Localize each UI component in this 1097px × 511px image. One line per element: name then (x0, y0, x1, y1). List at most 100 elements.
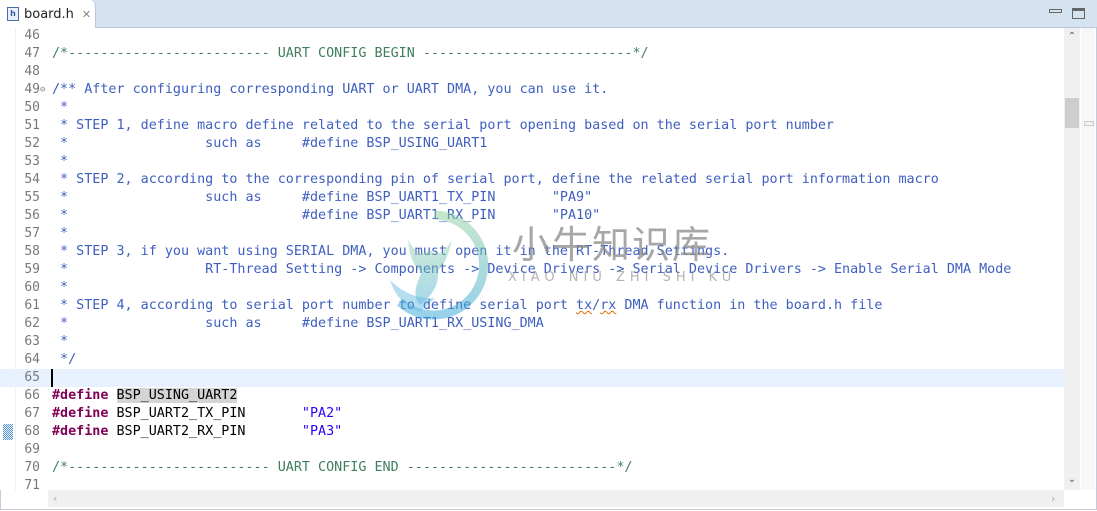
code-line[interactable]: 68 #define BSP_UART2_RX_PIN "PA3" (0, 423, 1064, 441)
code-line[interactable]: 54 * STEP 2, according to the correspond… (0, 171, 1064, 189)
code-line[interactable]: 69 (0, 441, 1064, 459)
scroll-right-icon[interactable]: › (1051, 490, 1055, 507)
code-text: */ (52, 351, 76, 369)
code-line[interactable]: 57 * (0, 225, 1064, 243)
code-token: rx (600, 298, 617, 313)
code-line[interactable]: 62 * such as #define BSP_UART1_RX_USING_… (0, 315, 1064, 333)
code-line[interactable]: 64 */ (0, 351, 1064, 369)
code-line[interactable]: 48 (0, 63, 1064, 81)
code-token: * (52, 154, 69, 169)
text-caret (51, 369, 53, 387)
code-text: /** After configuring corresponding UART… (52, 81, 608, 99)
code-text: * #define BSP_UART1_RX_PIN "PA10" (52, 207, 600, 225)
code-editor[interactable]: 46 47 /*------------------------- UART CON… (0, 28, 1064, 490)
string-token: "PA3" (301, 424, 343, 439)
line-number: 49 (24, 82, 40, 97)
code-token: * such as #define BSP_UART1_TX_PIN "PA9" (52, 190, 593, 205)
scroll-left-icon[interactable]: ‹ (53, 490, 57, 507)
code-line[interactable]: 61 * STEP 4, according to serial port nu… (0, 297, 1064, 315)
scroll-down-icon[interactable]: ⌄ (1064, 474, 1080, 485)
code-line[interactable]: 51 * STEP 1, define macro define related… (0, 117, 1064, 135)
line-number: 60 (24, 280, 40, 295)
line-number: 61 (24, 298, 40, 313)
code-token: * STEP 4, according to serial port numbe… (52, 298, 577, 313)
line-number: 67 (24, 406, 40, 421)
code-line[interactable]: 53 * (0, 153, 1064, 171)
code-line[interactable]: 52 * such as #define BSP_USING_UART1 (0, 135, 1064, 153)
code-line[interactable]: 59 * RT-Thread Setting -> Components -> … (0, 261, 1064, 279)
line-number: 69 (24, 442, 40, 457)
code-line[interactable]: 60 * (0, 279, 1064, 297)
code-text: * such as #define BSP_UART1_RX_USING_DMA (52, 315, 544, 333)
vertical-scroll-thumb[interactable] (1065, 98, 1079, 128)
keyword-token: #define (52, 388, 109, 403)
overview-marker[interactable] (1084, 121, 1094, 126)
code-line[interactable]: 47 /*------------------------- UART CONFI… (0, 45, 1064, 63)
code-token: * STEP 3, if you want using SERIAL DMA, … (52, 244, 730, 259)
code-line[interactable]: 66 #define BSP_USING_UART2 (0, 387, 1064, 405)
code-line[interactable]: 58 * STEP 3, if you want using SERIAL DM… (0, 243, 1064, 261)
change-marker-icon[interactable] (3, 424, 13, 440)
minimize-icon[interactable] (1049, 9, 1062, 13)
code-line[interactable]: 63 * (0, 333, 1064, 351)
code-token: * STEP 2, according to the corresponding… (52, 172, 939, 187)
code-text: * (52, 333, 68, 351)
highlighted-occurrence: BSP_USING_UART2 (116, 388, 238, 403)
code-token: * (52, 100, 69, 115)
code-text: #define BSP_UART2_RX_PIN "PA3" (52, 423, 342, 441)
line-number: 58 (24, 244, 40, 259)
tab-label: board.h (24, 6, 74, 22)
code-text: * (52, 279, 68, 297)
editor-tab-bar: h board.h ✕ (0, 0, 1097, 28)
code-token: * STEP 1, define macro define related to… (52, 118, 834, 133)
code-line[interactable]: 65 (0, 369, 1064, 387)
tab-board-h[interactable]: h board.h ✕ (0, 0, 96, 28)
line-number: 57 (24, 226, 40, 241)
code-line[interactable]: 55 * such as #define BSP_UART1_TX_PIN "P… (0, 189, 1064, 207)
code-token: * such as #define BSP_UART1_RX_USING_DMA (52, 316, 544, 331)
code-token: * (52, 226, 69, 241)
code-text: * (52, 225, 68, 243)
line-number: 48 (24, 64, 40, 79)
code-token: tx (576, 298, 593, 313)
code-token: / (592, 298, 601, 313)
code-token: /*------------------------- UART CONFIG … (52, 460, 633, 475)
code-line[interactable]: 50 * (0, 99, 1064, 117)
line-number: 56 (24, 208, 40, 223)
fold-collapse-icon[interactable]: ⊖ (40, 81, 45, 99)
line-number: 59 (24, 262, 40, 277)
line-number: 64 (24, 352, 40, 367)
code-token: * #define BSP_UART1_RX_PIN "PA10" (52, 208, 601, 223)
keyword-token: #define (52, 424, 109, 439)
close-icon[interactable]: ✕ (82, 8, 91, 21)
code-line[interactable]: 70 /*------------------------- UART CONFI… (0, 459, 1064, 477)
code-line[interactable]: 56 * #define BSP_UART1_RX_PIN "PA10" (0, 207, 1064, 225)
line-number: 63 (24, 334, 40, 349)
horizontal-scrollbar[interactable]: ‹ › (48, 490, 1064, 507)
code-token: * RT-Thread Setting -> Components -> Dev… (52, 262, 1012, 277)
code-text: * (52, 153, 68, 171)
code-line[interactable]: 49 ⊖ /** After configuring corresponding U… (0, 81, 1064, 99)
line-number: 70 (24, 460, 40, 475)
code-line[interactable]: 67 #define BSP_UART2_TX_PIN "PA2" (0, 405, 1064, 423)
vertical-scrollbar[interactable]: ⌃ ⌄ (1064, 28, 1080, 490)
line-number: 55 (24, 190, 40, 205)
code-text: /*------------------------- UART CONFIG … (52, 45, 649, 63)
line-number: 51 (24, 118, 40, 133)
maximize-icon[interactable] (1072, 8, 1085, 19)
code-token: * (52, 334, 69, 349)
code-text: * RT-Thread Setting -> Components -> Dev… (52, 261, 1011, 279)
code-text: * (52, 99, 68, 117)
string-token: "PA2" (301, 406, 343, 421)
line-number: 62 (24, 316, 40, 331)
line-number: 66 (24, 388, 40, 403)
scroll-up-icon[interactable]: ⌃ (1064, 31, 1080, 42)
code-text: #define BSP_UART2_TX_PIN "PA2" (52, 405, 342, 423)
code-line[interactable]: 46 (0, 28, 1064, 45)
line-number: 65 (24, 370, 40, 385)
code-text: * STEP 2, according to the corresponding… (52, 171, 939, 189)
line-number: 71 (24, 478, 40, 490)
code-token: * (52, 280, 69, 295)
code-text: #define BSP_USING_UART2 (52, 387, 238, 405)
code-line[interactable]: 71 (0, 477, 1064, 490)
